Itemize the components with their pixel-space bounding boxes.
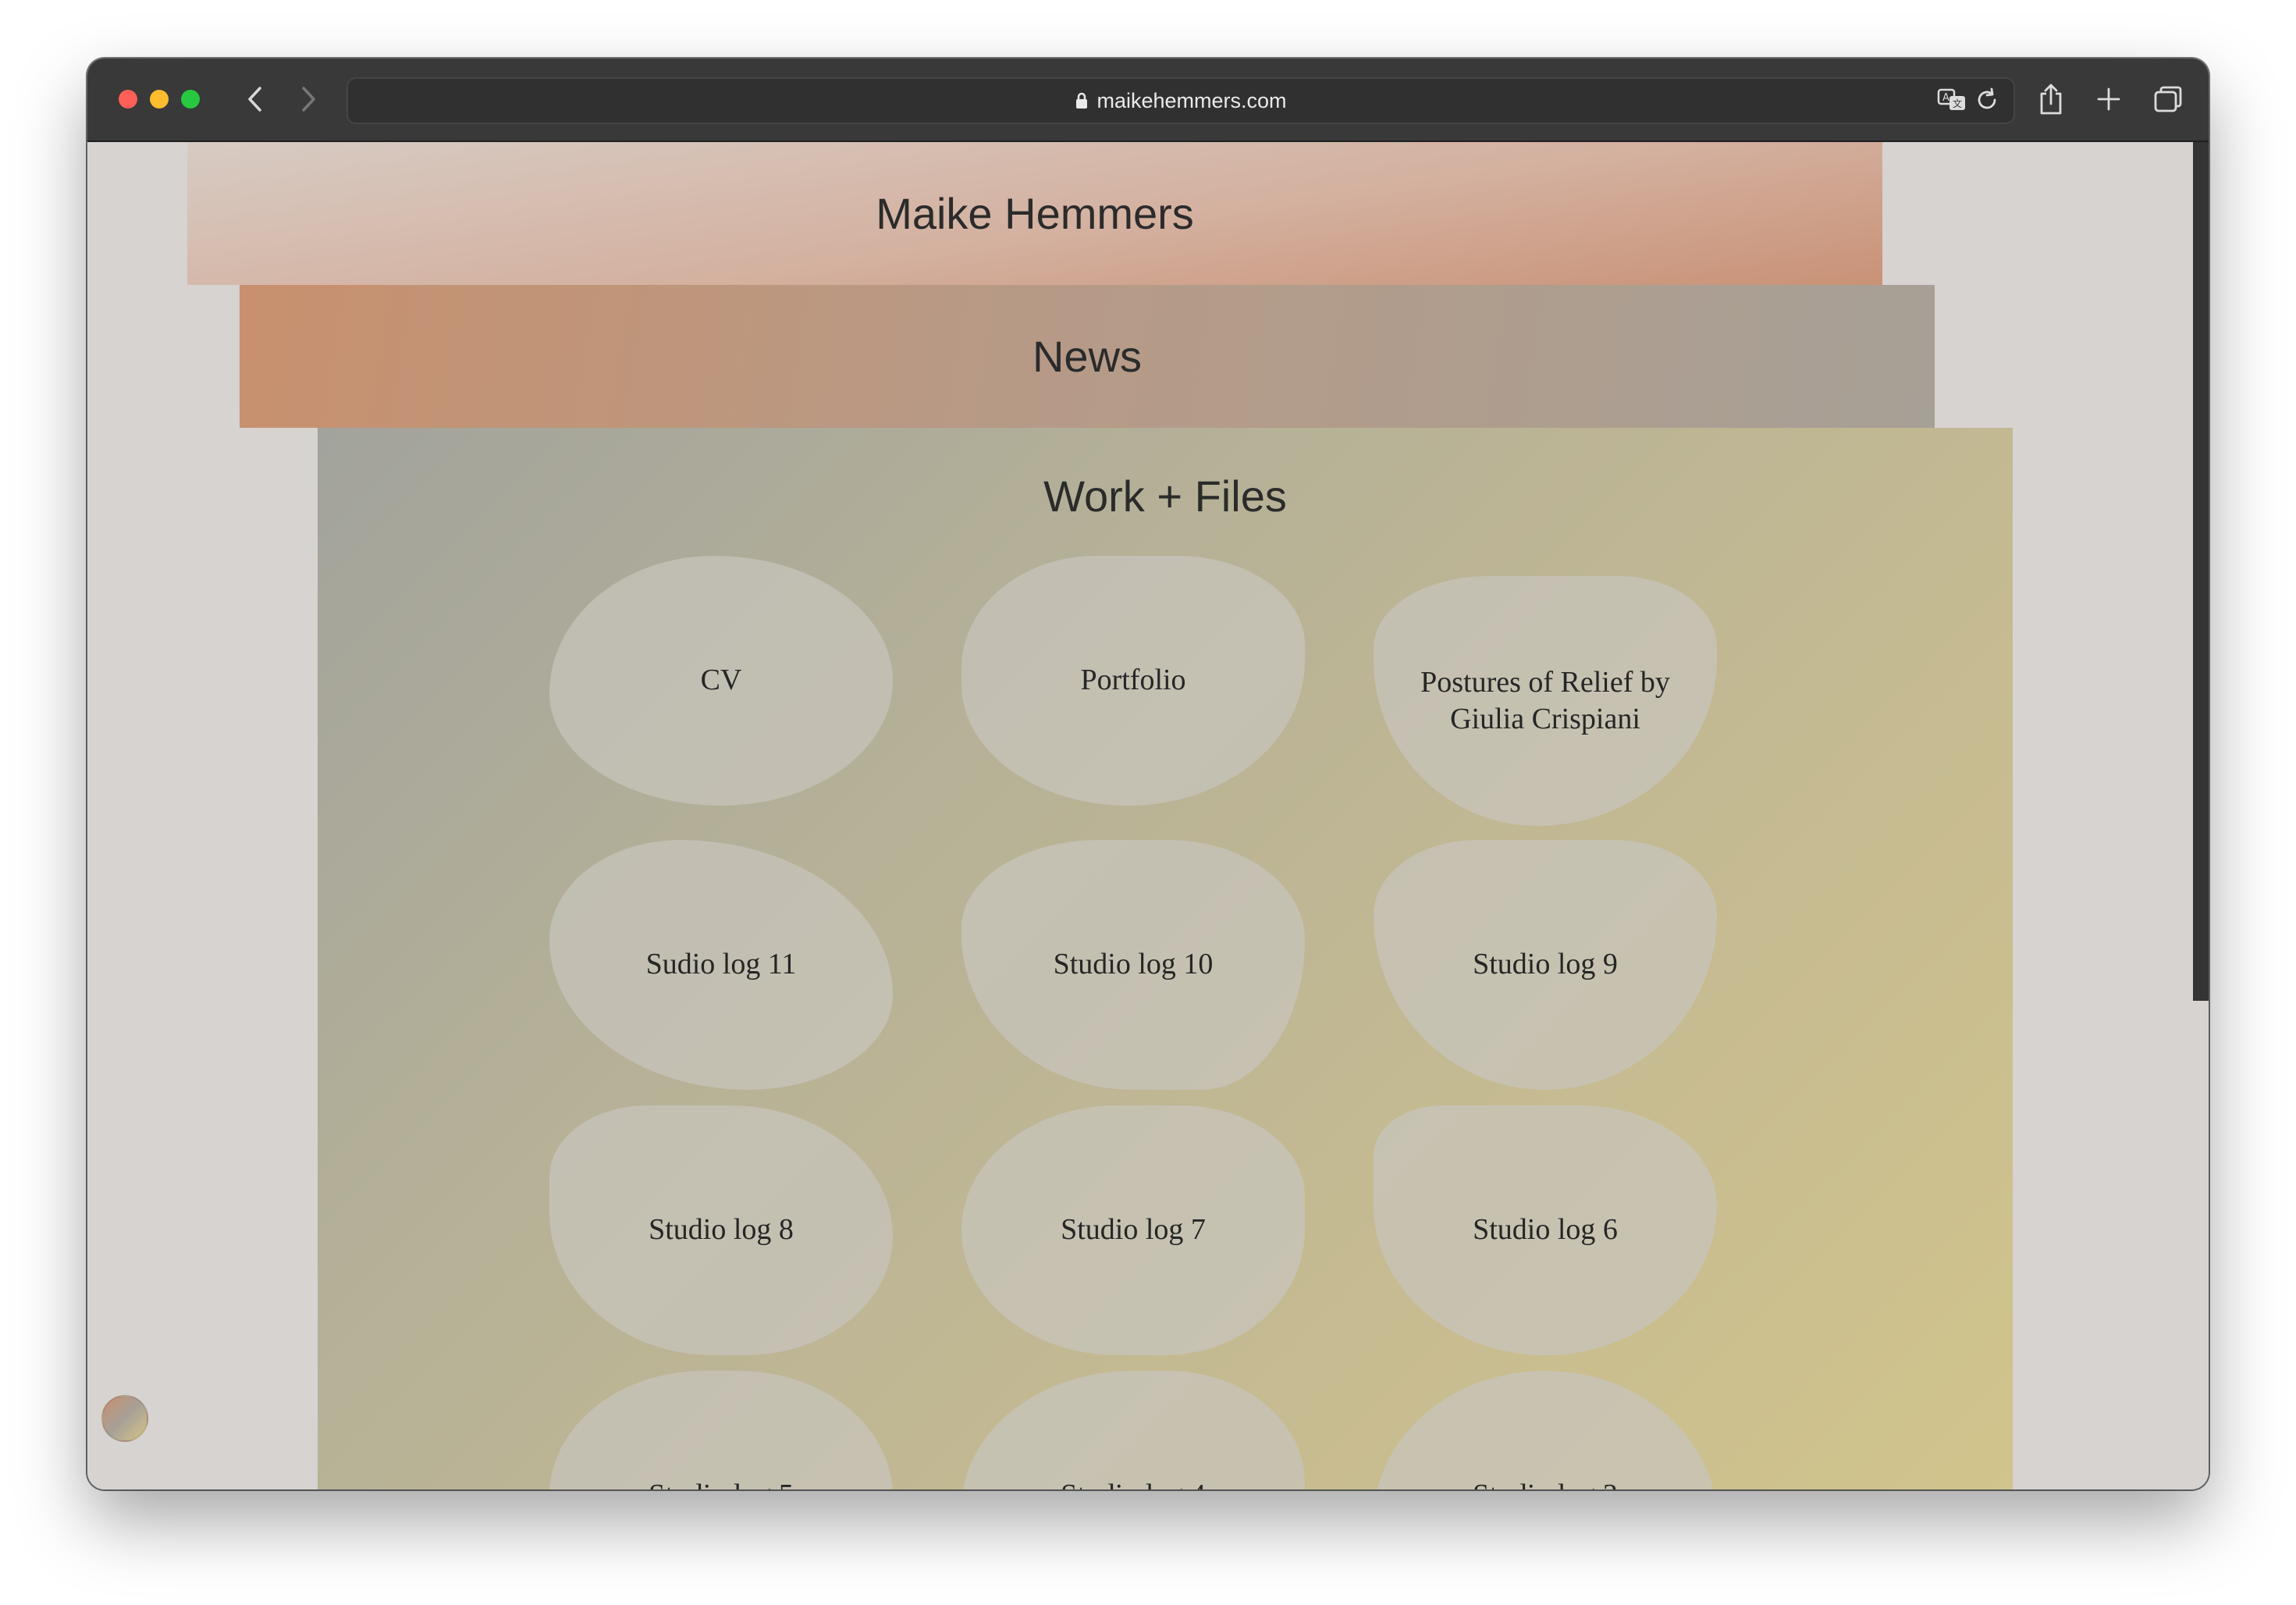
browser-window: maikehemmers.com A文 Maike Hemmers News W… bbox=[87, 59, 2209, 1489]
work-item-label: Studio log 6 bbox=[1473, 1213, 1618, 1247]
work-item-studio-log-10[interactable]: Studio log 10 bbox=[961, 840, 1305, 1090]
work-item-label: CV bbox=[700, 664, 742, 697]
work-item-studio-log-9[interactable]: Studio log 9 bbox=[1374, 840, 1717, 1090]
color-theme-toggle[interactable] bbox=[101, 1395, 148, 1442]
back-button[interactable] bbox=[236, 80, 273, 118]
work-item-label: Studio log 10 bbox=[1053, 948, 1214, 981]
reload-icon[interactable] bbox=[1974, 87, 1999, 117]
vertical-scrollbar[interactable] bbox=[2193, 142, 2209, 1001]
url-display[interactable]: maikehemmers.com bbox=[348, 79, 2013, 123]
url-text: maikehemmers.com bbox=[1096, 88, 1287, 112]
work-item-cv[interactable]: CV bbox=[549, 556, 893, 806]
work-item-studio-log-3[interactable]: Studio log 3 bbox=[1374, 1371, 1717, 1489]
work-item-studio-log-5[interactable]: Studio log 5 bbox=[549, 1371, 893, 1489]
browser-toolbar: maikehemmers.com A文 bbox=[87, 59, 2209, 142]
zoom-window-button[interactable] bbox=[181, 90, 200, 109]
work-item-studio-log-6[interactable]: Studio log 6 bbox=[1374, 1105, 1717, 1355]
share-button[interactable] bbox=[2031, 79, 2071, 119]
work-item-studio-log-11[interactable]: Sudio log 11 bbox=[549, 840, 893, 1090]
work-item-label: Studio log 7 bbox=[1061, 1213, 1206, 1247]
work-item-studio-log-7[interactable]: Studio log 7 bbox=[961, 1105, 1305, 1355]
work-item-label: Portfolio bbox=[1080, 664, 1186, 697]
work-item-label: Studio log 8 bbox=[649, 1213, 794, 1247]
work-item-portfolio[interactable]: Portfolio bbox=[961, 556, 1305, 806]
share-icon bbox=[2040, 84, 2062, 115]
work-item-label: Studio log 3 bbox=[1441, 1477, 1649, 1489]
new-tab-button[interactable] bbox=[2088, 79, 2129, 119]
plus-icon bbox=[2097, 87, 2120, 111]
news-heading[interactable]: News bbox=[1032, 331, 1142, 382]
work-item-label: Studio log 9 bbox=[1473, 948, 1618, 981]
site-title-band[interactable]: Maike Hemmers bbox=[187, 142, 1882, 285]
work-item-label: Studio log 5 bbox=[617, 1477, 825, 1489]
svg-text:文: 文 bbox=[1953, 98, 1962, 109]
close-window-button[interactable] bbox=[119, 90, 137, 109]
svg-text:A: A bbox=[1942, 92, 1949, 104]
tabs-icon bbox=[2154, 86, 2182, 112]
page-viewport[interactable]: Maike Hemmers News Work + Files CV Portf… bbox=[87, 142, 2209, 1489]
lock-icon bbox=[1075, 91, 1089, 110]
work-files-heading[interactable]: Work + Files bbox=[1043, 471, 1287, 521]
site-title[interactable]: Maike Hemmers bbox=[876, 188, 1194, 239]
work-item-label: Studio log 4 bbox=[1029, 1477, 1237, 1489]
work-item-studio-log-4[interactable]: Studio log 4 bbox=[961, 1371, 1305, 1489]
work-item-postures-of-relief[interactable]: Postures of Relief by Giulia Crispiani bbox=[1374, 576, 1717, 826]
news-band[interactable]: News bbox=[240, 285, 1935, 428]
work-item-label: Postures of Relief by Giulia Crispiani bbox=[1420, 665, 1670, 736]
work-item-label: Sudio log 11 bbox=[645, 948, 797, 981]
chevron-left-icon bbox=[248, 87, 261, 112]
tab-overview-button[interactable] bbox=[2148, 79, 2188, 119]
work-item-studio-log-8[interactable]: Studio log 8 bbox=[549, 1105, 893, 1355]
translate-icon[interactable]: A文 bbox=[1937, 87, 1967, 117]
forward-button[interactable] bbox=[290, 80, 328, 118]
chevron-right-icon bbox=[302, 87, 315, 112]
minimize-window-button[interactable] bbox=[150, 90, 169, 109]
work-files-section: Work + Files CV Portfolio Postures of Re… bbox=[318, 428, 2013, 1489]
address-bar[interactable]: maikehemmers.com A文 bbox=[347, 77, 2015, 124]
